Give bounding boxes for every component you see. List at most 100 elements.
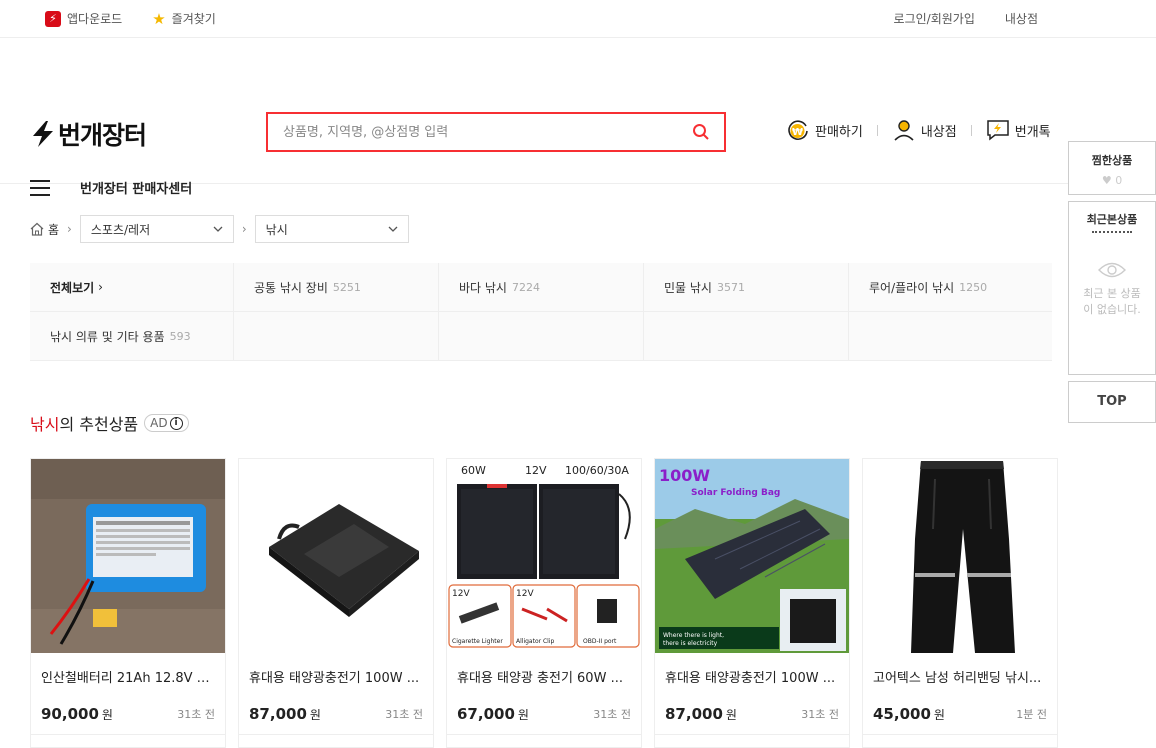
chevron-down-icon	[213, 226, 223, 232]
search-input[interactable]	[268, 114, 668, 150]
logo-text: 번개장터	[58, 121, 147, 150]
wishlist-panel[interactable]: 찜한상품 ♥ 0	[1068, 141, 1156, 195]
header-actions: ₩ 판매하기 내상점 번개톡	[786, 118, 1051, 142]
category-item[interactable]: 루어/플라이 낚시 1250	[849, 263, 1052, 312]
chat-button[interactable]: 번개톡	[986, 118, 1051, 142]
category-label: 바다 낚시	[459, 280, 507, 295]
product-card[interactable]: 휴대용 태양광충전기 100W ... 87,000 원 31초 전	[238, 458, 434, 748]
home-link[interactable]: 홈	[30, 221, 59, 238]
category-label: 민물 낚시	[664, 280, 712, 295]
category1-value: 스포츠/레저	[90, 222, 151, 237]
wishlist-title: 찜한상품	[1091, 154, 1133, 167]
image-text: OBD-II port	[583, 638, 617, 645]
category-empty-cell	[439, 312, 644, 361]
recent-panel: 최근본상품 최근 본 상품이 없습니다.	[1068, 201, 1156, 375]
wishlist-count: 0	[1115, 174, 1123, 187]
my-shop-link[interactable]: 내상점	[1005, 10, 1038, 27]
category-item[interactable]: 민물 낚시 3571	[644, 263, 849, 312]
product-price: 90,000 원	[41, 705, 113, 723]
product-image: 60W 12V 100/60/30A 12V 12V Cigarette Lig…	[447, 459, 641, 653]
category-count: 1250	[959, 280, 988, 294]
chat-bolt-icon	[986, 120, 1009, 141]
price-value: 87,000	[249, 705, 307, 723]
divider	[447, 734, 641, 735]
dotted-divider	[1092, 231, 1132, 233]
image-text: Cigarette Lighter	[452, 638, 503, 645]
category-item[interactable]: 바다 낚시 7224	[439, 263, 644, 312]
product-card[interactable]: 60W 12V 100/60/30A 12V 12V Cigarette Lig…	[446, 458, 642, 748]
product-card[interactable]: 고어텍스 남성 허리밴딩 낚시... 45,000 원 1분 전	[862, 458, 1058, 748]
image-text: Solar Folding Bag	[691, 488, 780, 498]
price-unit: 원	[309, 708, 321, 722]
image-text: 60W	[461, 464, 486, 477]
category-count: 593	[169, 329, 191, 343]
my-shop-button[interactable]: 내상점	[892, 118, 957, 142]
product-name: 휴대용 태양광충전기 100W ...	[249, 671, 420, 686]
price-unit: 원	[101, 708, 113, 722]
product-image	[863, 459, 1057, 653]
sell-label: 판매하기	[815, 124, 863, 140]
product-time: 31초 전	[177, 708, 215, 721]
search-icon[interactable]	[692, 123, 710, 141]
product-price: 45,000 원	[873, 705, 945, 723]
bolt-logo-icon	[33, 121, 53, 147]
home-label: 홈	[48, 222, 60, 237]
chevron-down-icon	[388, 226, 398, 232]
price-value: 45,000	[873, 705, 931, 723]
top-bar: ⚡ 앱다운로드 ★ 즐겨찾기 로그인/회원가입 내상점	[0, 0, 1156, 38]
chevron-right-icon: ›	[241, 222, 247, 236]
divider	[876, 124, 878, 136]
product-time: 31초 전	[801, 708, 839, 721]
lightning-icon: ⚡	[45, 10, 61, 27]
my-shop-label: 내상점	[920, 124, 957, 140]
category-all-link[interactable]: 전체보기 ›	[30, 263, 234, 312]
product-card[interactable]: 인산철배터리 21Ah 12.8V B... 90,000 원 31초 전	[30, 458, 226, 748]
hamburger-menu-icon[interactable]	[30, 179, 50, 196]
product-time: 1분 전	[1016, 708, 1047, 721]
logo[interactable]: 번개장터	[30, 116, 147, 152]
recommend-heading: 낚시 의 추천상품 AD i	[30, 411, 189, 435]
category-count: 7224	[511, 280, 540, 294]
price-unit: 원	[933, 708, 945, 722]
category-empty-cell	[849, 312, 1052, 361]
divider	[970, 124, 972, 136]
home-icon	[30, 222, 44, 236]
sell-button[interactable]: ₩ 판매하기	[786, 118, 863, 142]
category-count: 5251	[332, 280, 361, 294]
breadcrumb: 홈 › 스포츠/레저 › 낚시	[30, 215, 409, 243]
product-image	[239, 459, 433, 653]
price-value: 90,000	[41, 705, 99, 723]
eye-icon	[1069, 261, 1155, 282]
login-link[interactable]: 로그인/회원가입	[894, 10, 975, 27]
image-text: Where there is light,	[663, 632, 724, 639]
recommend-suffix: 의 추천상품	[59, 415, 139, 434]
recommend-category: 낚시	[30, 415, 60, 434]
product-price: 87,000 원	[665, 705, 737, 723]
ad-badge[interactable]: AD i	[144, 414, 189, 432]
category2-dropdown[interactable]: 낚시	[254, 215, 409, 243]
image-text: 12V	[525, 464, 547, 477]
category1-dropdown[interactable]: 스포츠/레저	[79, 215, 234, 243]
info-icon: i	[169, 416, 183, 430]
product-image	[31, 459, 225, 653]
divider	[863, 734, 1057, 735]
bookmark-link[interactable]: ★ 즐겨찾기	[152, 10, 216, 27]
price-value: 87,000	[665, 705, 723, 723]
product-name: 휴대용 태양광충전기 100W ...	[665, 671, 836, 686]
wishlist-count-row: ♥ 0	[1069, 174, 1155, 187]
category-label: 낚시 의류 및 기타 용품	[50, 329, 165, 344]
category-label: 공통 낚시 장비	[254, 280, 328, 295]
product-price: 87,000 원	[249, 705, 321, 723]
app-download-link[interactable]: ⚡ 앱다운로드	[45, 10, 122, 27]
top-button[interactable]: TOP	[1068, 381, 1156, 423]
category-item[interactable]: 공통 낚시 장비 5251	[234, 263, 439, 312]
category-empty-cell	[234, 312, 439, 361]
image-text: Alligator Clip	[516, 638, 555, 645]
product-card[interactable]: 100W Solar Folding Bag Where there is li…	[654, 458, 850, 748]
won-coin-icon: ₩	[788, 120, 808, 140]
seller-center-link[interactable]: 번개장터 판매자센터	[80, 178, 192, 197]
image-text: 100W	[659, 466, 710, 485]
price-unit: 원	[517, 708, 529, 722]
category-item[interactable]: 낚시 의류 및 기타 용품 593	[30, 312, 234, 361]
chat-label: 번개톡	[1014, 124, 1051, 140]
